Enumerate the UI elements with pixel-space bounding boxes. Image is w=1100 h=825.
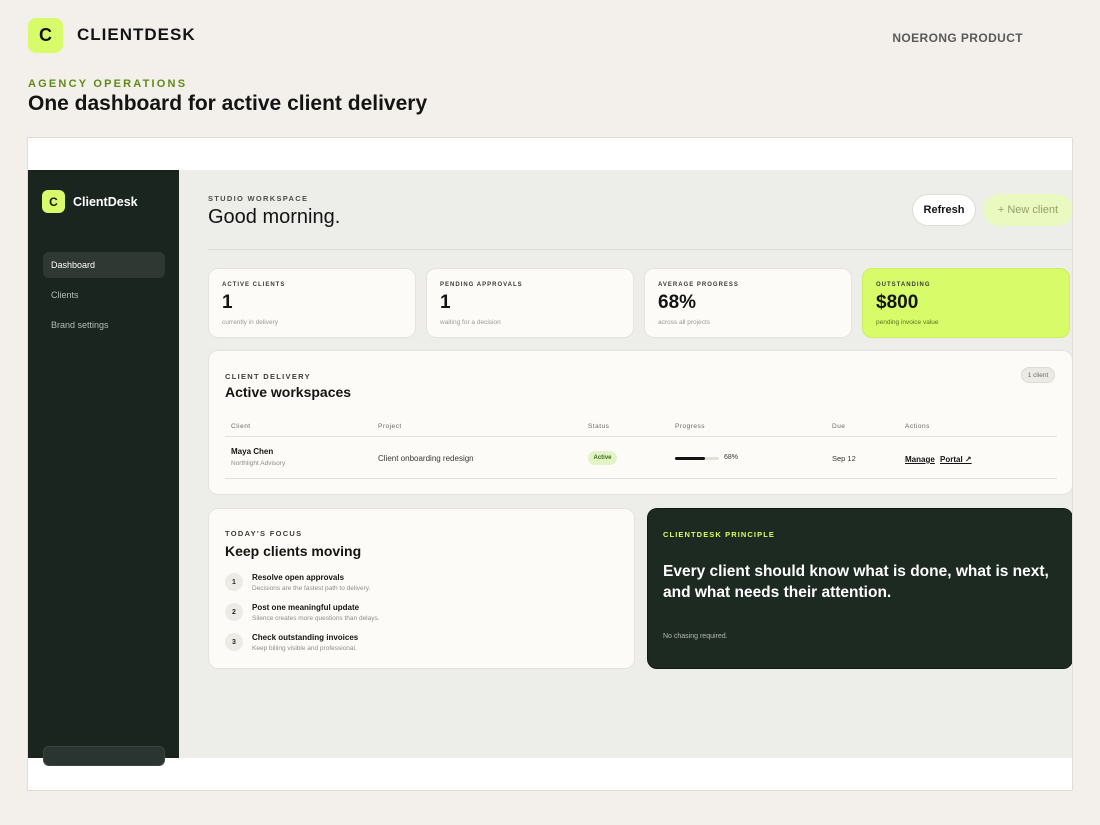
column-header-status: Status: [588, 423, 610, 430]
card-title: Active workspaces: [225, 384, 352, 400]
focus-item-description: Silence creates more questions than dela…: [252, 615, 380, 622]
todays-focus-card: TODAY'S FOCUS Keep clients moving 1 Reso…: [208, 508, 635, 669]
client-organization: Northlight Advisory: [231, 460, 286, 467]
stat-card-outstanding: OUTSTANDING $800 pending invoice value: [862, 268, 1070, 338]
product-label: NOERONG PRODUCT: [892, 31, 1023, 45]
principle-card: CLIENTDESK PRINCIPLE Every client should…: [647, 508, 1072, 669]
sidebar-account-panel[interactable]: [43, 746, 165, 766]
focus-item: 2 Post one meaningful update Silence cre…: [225, 603, 605, 625]
stat-label: ACTIVE CLIENTS: [222, 282, 286, 288]
focus-item-title: Resolve open approvals: [252, 573, 345, 582]
client-name: Maya Chen: [231, 447, 274, 456]
focus-item-title: Check outstanding invoices: [252, 633, 359, 642]
stat-value: 1: [222, 292, 233, 313]
stat-caption: waiting for a decision: [440, 319, 501, 326]
section-kicker: AGENCY OPERATIONS: [28, 78, 188, 90]
column-header-client: Client: [231, 423, 251, 430]
column-header-progress: Progress: [675, 423, 706, 430]
column-header-project: Project: [378, 423, 402, 430]
focus-item: 1 Resolve open approvals Decisions are t…: [225, 573, 605, 595]
stat-value: 68%: [658, 292, 697, 313]
app-logo-icon: C: [42, 190, 65, 213]
brand-name: CLIENTDESK: [77, 25, 196, 44]
focus-item-title: Post one meaningful update: [252, 603, 360, 612]
app-window: C ClientDesk Dashboard Clients Brand set…: [28, 170, 1072, 766]
status-badge: Active: [588, 451, 617, 465]
portal-link[interactable]: Portal ↗: [940, 455, 972, 464]
page-headline: One dashboard for active client delivery: [28, 92, 428, 115]
principle-kicker: CLIENTDESK PRINCIPLE: [663, 530, 776, 539]
refresh-button[interactable]: Refresh: [912, 194, 976, 226]
app-brand-name: ClientDesk: [73, 195, 138, 209]
client-count-badge: 1 client: [1021, 367, 1055, 383]
sidebar-item-brand-settings[interactable]: Brand settings: [43, 312, 165, 338]
workspace-kicker: STUDIO WORKSPACE: [208, 194, 309, 203]
progress-bar: [675, 457, 719, 460]
due-date: Sep 12: [832, 454, 856, 463]
stat-label: PENDING APPROVALS: [440, 282, 523, 288]
sidebar-item-clients[interactable]: Clients: [43, 282, 165, 308]
card-title: Keep clients moving: [225, 543, 362, 559]
focus-item-description: Keep billing visible and professional.: [252, 645, 357, 652]
column-header-due: Due: [832, 423, 846, 430]
principle-note: No chasing required.: [663, 633, 728, 640]
new-client-button[interactable]: + New client: [983, 194, 1072, 226]
step-number: 1: [225, 573, 243, 591]
stat-caption: across all projects: [658, 319, 711, 326]
brand-logo: C: [28, 18, 63, 53]
principle-quote: Every client should know what is done, w…: [663, 563, 1049, 601]
column-header-actions: Actions: [905, 423, 930, 430]
main-content: STUDIO WORKSPACE Good morning. Refresh +…: [179, 170, 1072, 758]
step-number: 3: [225, 633, 243, 651]
progress-percent: 68%: [724, 454, 739, 461]
header-divider: [225, 436, 1057, 437]
project-name: Client onboarding redesign: [378, 454, 474, 463]
stat-card-pending-approvals: PENDING APPROVALS 1 waiting for a decisi…: [426, 268, 634, 338]
progress-bar-fill: [675, 457, 705, 460]
row-divider: [225, 478, 1057, 479]
sidebar-item-dashboard[interactable]: Dashboard: [43, 252, 165, 278]
active-workspaces-card: CLIENT DELIVERY Active workspaces 1 clie…: [208, 350, 1072, 495]
stat-label: AVERAGE PROGRESS: [658, 282, 739, 288]
stat-value: 1: [440, 292, 451, 313]
manage-link[interactable]: Manage: [905, 455, 935, 464]
stat-label: OUTSTANDING: [876, 282, 931, 288]
page-title: Good morning.: [208, 206, 341, 228]
stat-card-active-clients: ACTIVE CLIENTS 1 currently in delivery: [208, 268, 416, 338]
app-screenshot-frame: C ClientDesk Dashboard Clients Brand set…: [27, 137, 1073, 791]
stat-caption: currently in delivery: [222, 319, 278, 326]
header-divider: [208, 249, 1072, 250]
step-number: 2: [225, 603, 243, 621]
focus-item: 3 Check outstanding invoices Keep billin…: [225, 633, 605, 655]
stat-card-average-progress: AVERAGE PROGRESS 68% across all projects: [644, 268, 852, 338]
focus-item-description: Decisions are the fastest path to delive…: [252, 585, 371, 592]
stat-caption: pending invoice value: [876, 319, 939, 326]
card-kicker: CLIENT DELIVERY: [225, 372, 311, 381]
sidebar: C ClientDesk Dashboard Clients Brand set…: [28, 170, 179, 766]
card-kicker: TODAY'S FOCUS: [225, 529, 303, 538]
stat-value: $800: [876, 292, 919, 313]
